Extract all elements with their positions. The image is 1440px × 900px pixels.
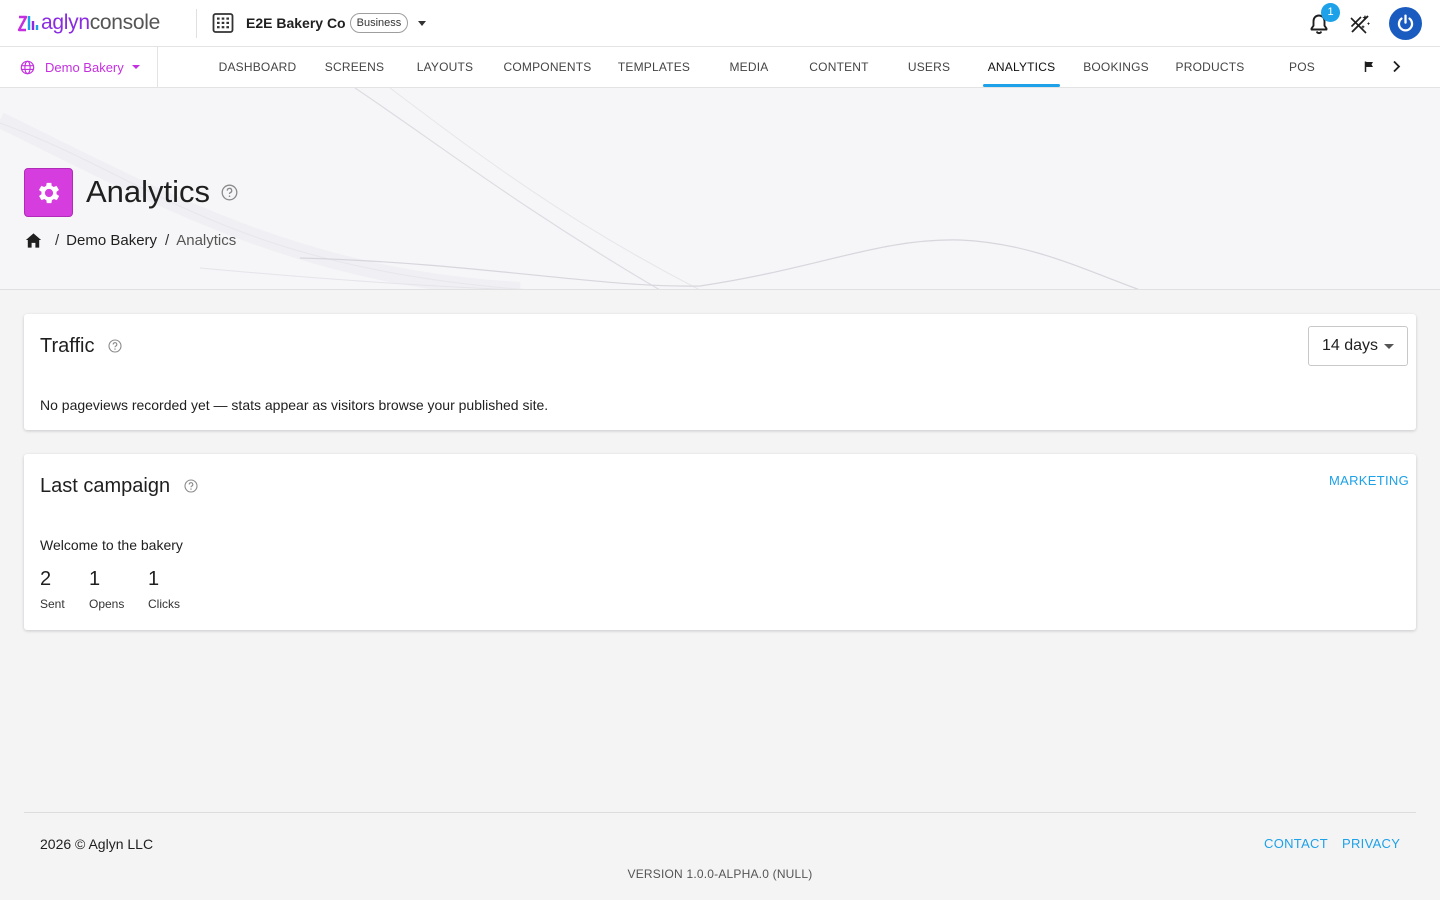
gear-icon: [38, 182, 59, 203]
caret-down-icon: [131, 65, 140, 69]
notification-badge: 1: [1321, 3, 1340, 22]
footer-contact-link[interactable]: CONTACT: [1264, 836, 1328, 851]
tab-analytics[interactable]: ANALYTICS: [983, 47, 1060, 87]
logo-suffix: console: [89, 11, 161, 34]
footer-copyright: 2026 © Aglyn LLC: [40, 836, 154, 852]
caret-down-icon: [418, 20, 427, 26]
help-circle-icon[interactable]: [184, 479, 198, 493]
tab-bookings[interactable]: BOOKINGS: [1076, 47, 1156, 87]
help-circle-icon[interactable]: [221, 184, 238, 201]
help-circle-icon[interactable]: [108, 339, 122, 353]
tab-templates[interactable]: TEMPLATES: [609, 47, 699, 87]
org-name: E2E Bakery Co: [246, 15, 346, 31]
org-switcher[interactable]: E2E Bakery Co Business: [211, 10, 427, 36]
traffic-empty-message: No pageviews recorded yet — stats appear…: [40, 397, 549, 413]
tab-users[interactable]: USERS: [893, 47, 965, 87]
building-icon: [212, 13, 234, 33]
nav-bar: Demo Bakery DASHBOARD SCREENS LAYOUTS CO…: [0, 47, 1440, 88]
decorative-waves: [0, 88, 1140, 289]
app-logo[interactable]: aglynconsole: [17, 11, 160, 35]
marketing-link[interactable]: MARKETING: [1329, 473, 1409, 488]
stat-opens: 1 Opens: [89, 567, 124, 611]
ai-off-icon[interactable]: [1348, 12, 1372, 36]
date-range-select[interactable]: 14 days: [1308, 326, 1408, 366]
plan-badge: Business: [349, 13, 409, 33]
footer-privacy-link[interactable]: PRIVACY: [1342, 836, 1400, 851]
breadcrumb-separator: /: [55, 232, 60, 249]
breadcrumb-separator: /: [165, 232, 170, 249]
tab-dashboard[interactable]: DASHBOARD: [210, 47, 305, 87]
footer-divider: [24, 812, 1416, 813]
tab-products[interactable]: PRODUCTS: [1168, 47, 1252, 87]
breadcrumb: / Demo Bakery / Analytics: [24, 231, 236, 250]
active-tab-indicator: [983, 84, 1060, 87]
stat-clicks: 1 Clicks: [148, 567, 180, 611]
globe-icon: [20, 60, 35, 74]
flag-icon[interactable]: [1363, 60, 1376, 73]
stat-value: 1: [148, 568, 160, 590]
page-header: Analytics / Demo Bakery / Analytics: [0, 88, 1440, 290]
home-icon[interactable]: [24, 231, 43, 250]
app-logo-text: aglynconsole: [41, 11, 160, 35]
campaign-title: Last campaign: [40, 475, 171, 497]
stat-sent: 2 Sent: [40, 567, 65, 611]
tab-media[interactable]: MEDIA: [713, 47, 785, 87]
traffic-card: Traffic 14 days No pageviews recorded ye…: [24, 314, 1416, 430]
site-selector[interactable]: Demo Bakery: [0, 47, 158, 87]
aglyn-logo-icon: [17, 15, 39, 32]
site-selector-label: Demo Bakery: [45, 59, 124, 75]
stat-value: 2: [40, 568, 52, 590]
stat-label: Clicks: [148, 597, 180, 611]
power-icon: [1397, 14, 1414, 32]
chevron-right-icon[interactable]: [1389, 59, 1404, 74]
stat-label: Sent: [40, 597, 65, 611]
footer-version: VERSION 1.0.0-ALPHA.0 (NULL): [627, 867, 813, 881]
logo-brand: aglyn: [41, 11, 90, 34]
tab-layouts[interactable]: LAYOUTS: [405, 47, 485, 87]
campaign-name: Welcome to the bakery: [40, 537, 183, 553]
tab-components[interactable]: COMPONENTS: [497, 47, 598, 87]
top-bar: aglynconsole E2E Bakery Co Business 1: [0, 0, 1440, 47]
date-range-value: 14 days: [1322, 337, 1379, 354]
campaign-card: Last campaign MARKETING Welcome to the b…: [24, 454, 1416, 630]
breadcrumb-site[interactable]: Demo Bakery: [66, 232, 157, 249]
stat-value: 1: [89, 568, 101, 590]
page-title: Analytics: [86, 174, 211, 209]
page-icon: [24, 168, 73, 217]
account-button[interactable]: [1389, 7, 1422, 40]
breadcrumb-current: Analytics: [176, 232, 237, 249]
traffic-title: Traffic: [40, 335, 95, 357]
tab-screens[interactable]: SCREENS: [316, 47, 393, 87]
tab-pos[interactable]: POS: [1276, 47, 1328, 87]
tab-content[interactable]: CONTENT: [800, 47, 878, 87]
caret-down-icon: [1384, 344, 1394, 349]
divider: [196, 9, 197, 38]
stat-label: Opens: [89, 597, 125, 611]
